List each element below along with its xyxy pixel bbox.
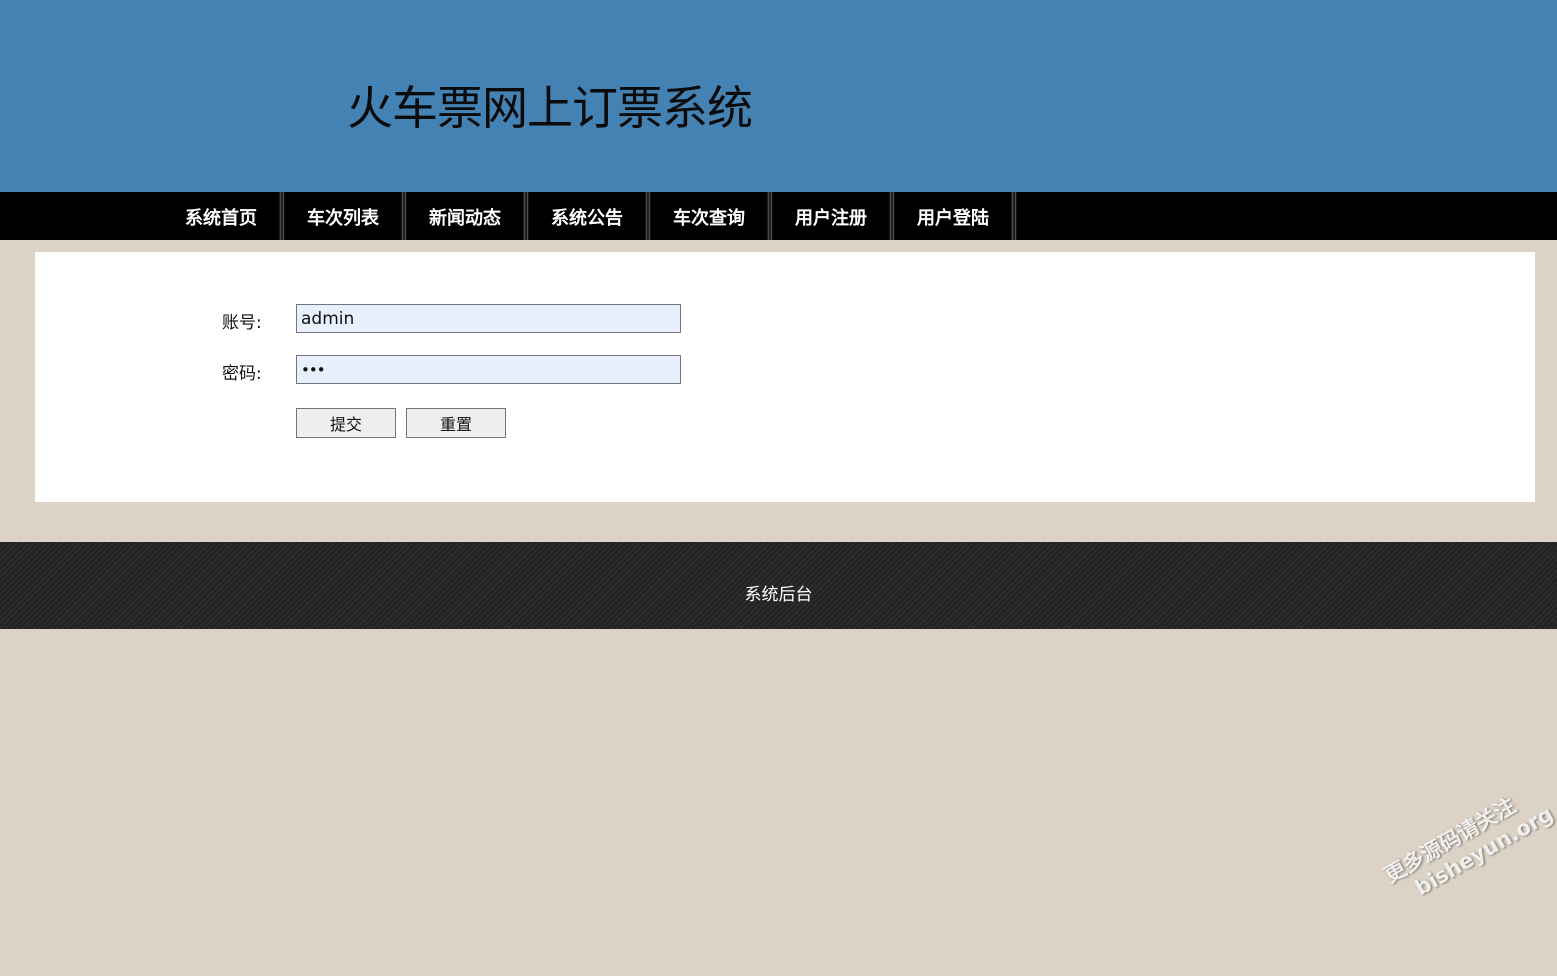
password-label: 密码:	[222, 364, 262, 384]
main-navigation: 系统首页 车次列表 新闻动态 系统公告 车次查询 用户注册 用户登陆	[0, 192, 1557, 240]
nav-item-announcements[interactable]: 系统公告	[526, 192, 651, 240]
password-input[interactable]	[296, 355, 681, 384]
nav-item-register[interactable]: 用户注册	[770, 192, 895, 240]
nav-item-train-list[interactable]: 车次列表	[282, 192, 407, 240]
site-footer: 系统后台	[0, 542, 1557, 629]
account-label: 账号:	[222, 313, 262, 333]
nav-item-train-search[interactable]: 车次查询	[648, 192, 773, 240]
nav-list: 系统首页 车次列表 新闻动态 系统公告 车次查询 用户注册 用户登陆	[160, 192, 1017, 240]
watermark: 更多源码请关注 bisheyun.org	[1380, 778, 1557, 911]
account-input[interactable]	[296, 304, 681, 333]
site-title: 火车票网上订票系统	[347, 81, 753, 135]
login-form-card: 账号: 密码: 提交 重置	[35, 252, 1535, 502]
nav-item-login[interactable]: 用户登陆	[892, 192, 1017, 240]
submit-button[interactable]: 提交	[296, 408, 396, 438]
nav-item-news[interactable]: 新闻动态	[404, 192, 529, 240]
admin-backend-link[interactable]: 系统后台	[0, 580, 1557, 605]
site-header: 火车票网上订票系统	[0, 0, 1557, 192]
reset-button[interactable]: 重置	[406, 408, 506, 438]
nav-item-home[interactable]: 系统首页	[160, 192, 285, 240]
